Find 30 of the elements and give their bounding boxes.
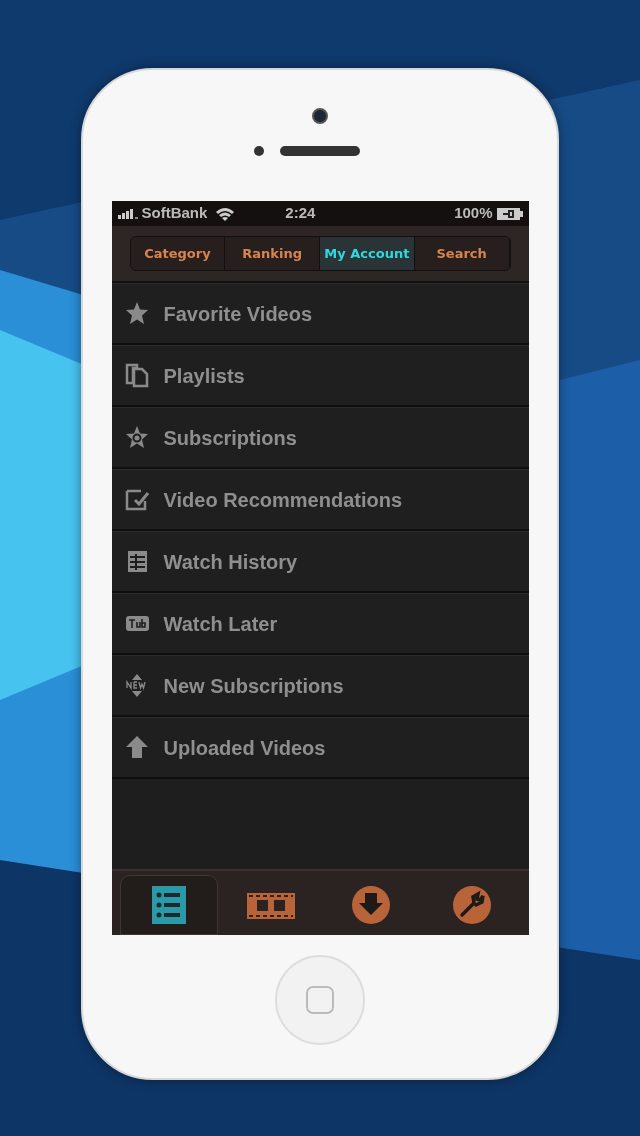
segment-tab[interactable]: Ranking xyxy=(225,237,320,270)
segment-tab[interactable]: My Account xyxy=(320,237,415,270)
checked-note-icon xyxy=(124,487,150,512)
segment-tab[interactable]: Search xyxy=(414,237,510,270)
wifi-icon xyxy=(215,206,236,221)
download-icon xyxy=(351,885,392,925)
wrench-icon xyxy=(452,885,493,925)
menu-item[interactable]: Favorite Videos xyxy=(111,283,529,345)
carrier-name: SoftBank xyxy=(141,203,208,224)
sensor-icon xyxy=(254,146,264,156)
speaker-icon xyxy=(280,146,360,156)
menu-item[interactable]: Uploaded Videos xyxy=(111,717,529,779)
battery-icon xyxy=(496,207,523,220)
clock-time: 2:24 xyxy=(285,203,316,224)
menu-item[interactable]: Video Recommendations xyxy=(111,469,529,531)
menu-item[interactable]: New Subscriptions xyxy=(111,655,529,717)
signal-icon xyxy=(117,208,140,219)
menu-item[interactable]: Subscriptions xyxy=(111,407,529,469)
star-badge-icon xyxy=(124,425,150,450)
pages-icon xyxy=(124,363,150,388)
tab-bar-item[interactable] xyxy=(119,875,219,935)
menu-item[interactable]: Watch History xyxy=(111,531,529,593)
home-square-icon xyxy=(306,986,334,1014)
segment-tab[interactable]: Category xyxy=(130,237,226,270)
camera-icon xyxy=(312,108,328,124)
up-arrow-icon xyxy=(124,735,150,760)
menu-item[interactable]: Watch Later xyxy=(111,593,529,655)
star-icon xyxy=(124,301,150,326)
menu-item[interactable]: Playlists xyxy=(111,345,529,407)
battery-percent: 100% xyxy=(454,203,493,224)
